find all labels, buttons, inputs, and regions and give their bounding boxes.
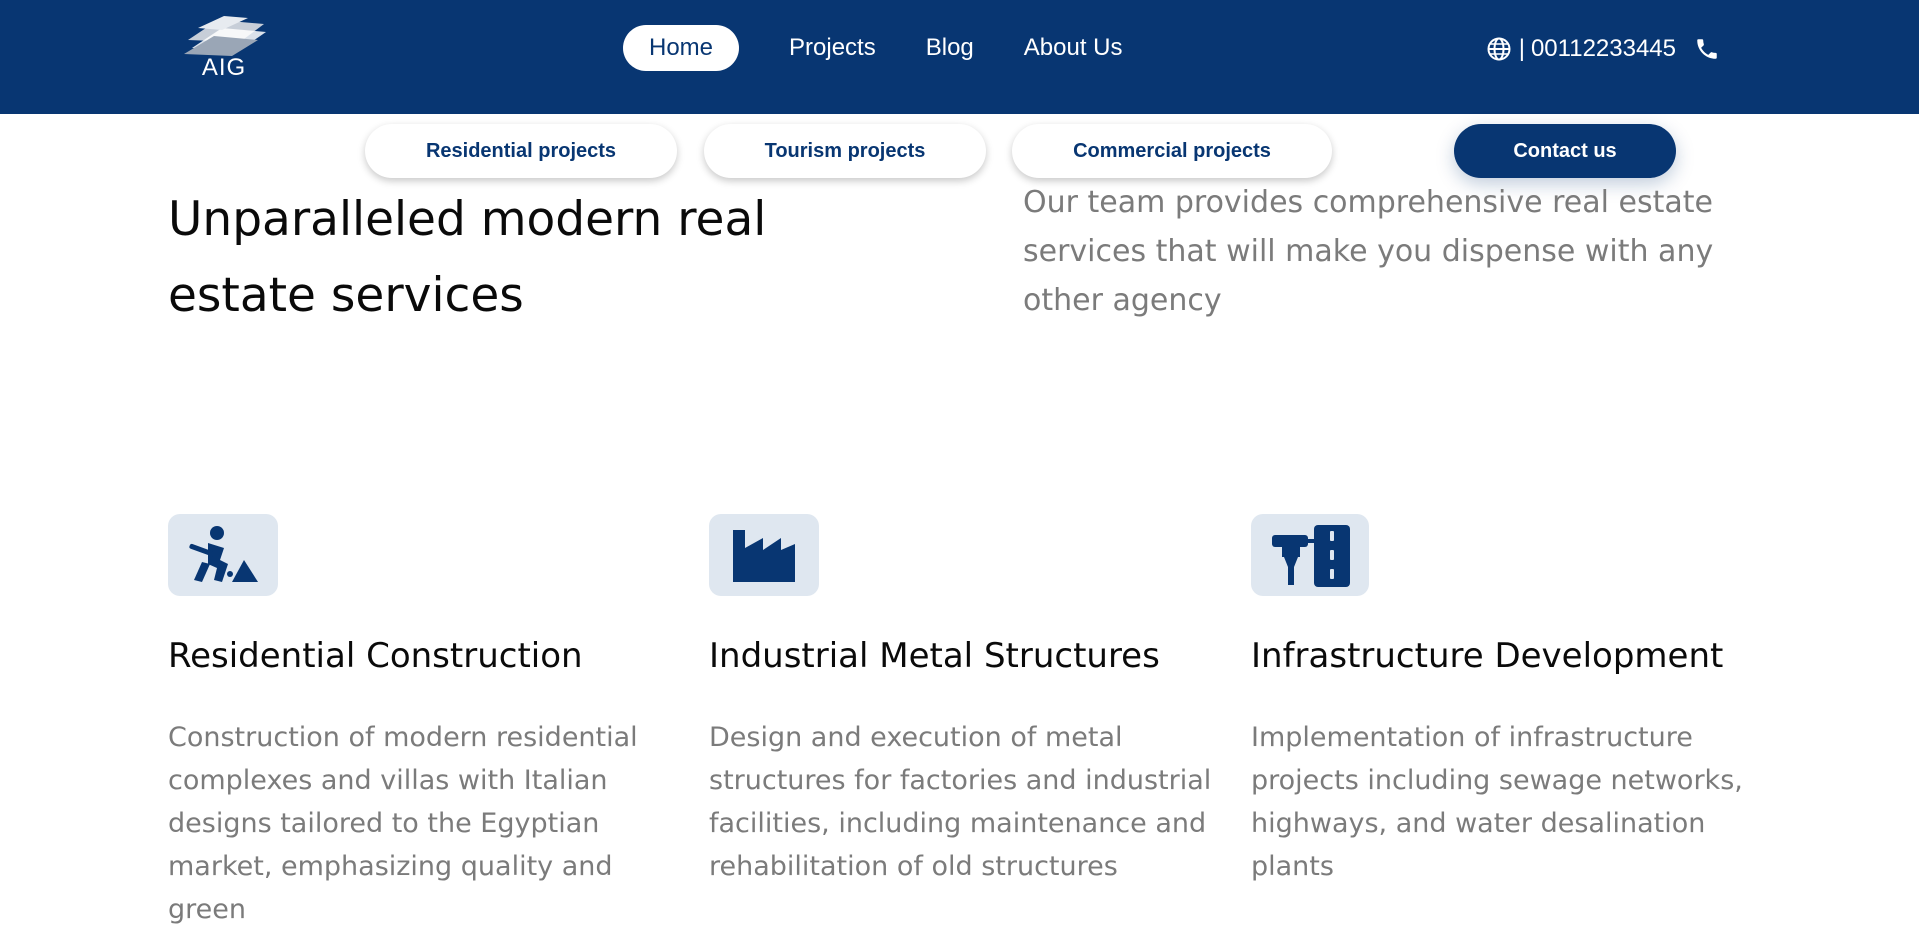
main-nav: Home Projects Blog About Us: [623, 24, 1173, 71]
service-description: Construction of modern residential compl…: [168, 722, 638, 925]
top-navbar: AIG Home Projects Blog About Us | 001122…: [0, 0, 1919, 114]
residential-projects-button[interactable]: Residential projects: [365, 124, 677, 178]
nav-blog[interactable]: Blog: [926, 34, 974, 62]
contact-separator: |: [1518, 35, 1525, 62]
service-card-industrial: Industrial Metal Structures Design and e…: [709, 514, 1229, 888]
road-paint-icon: [1272, 525, 1350, 587]
hero-title: Unparalleled modern real estate services: [168, 192, 767, 323]
construction-worker-icon: [189, 526, 258, 582]
service-title: Residential Construction: [168, 636, 583, 676]
nav-projects[interactable]: Projects: [789, 34, 876, 62]
service-title: Industrial Metal Structures: [709, 636, 1160, 676]
factory-icon: [733, 530, 795, 582]
service-description: Design and execution of metal structures…: [709, 722, 1212, 882]
phone-number[interactable]: 00112233445: [1531, 35, 1676, 63]
service-description: Implementation of infrastructure project…: [1251, 722, 1743, 882]
project-category-nav: Residential projects Tourism projects Co…: [0, 124, 1919, 180]
contact-us-button[interactable]: Contact us: [1454, 124, 1676, 178]
tourism-projects-button[interactable]: Tourism projects: [704, 124, 986, 178]
nav-about-us[interactable]: About Us: [1024, 34, 1123, 62]
service-card-residential: Residential Construction Construction of…: [168, 514, 688, 931]
service-icon-box: [168, 514, 278, 596]
contact-area: | 00112233445: [1487, 33, 1720, 65]
service-icon-box: [709, 514, 819, 596]
hero-description: Our team provides comprehensive real est…: [1023, 185, 1714, 318]
logo-text: AIG: [201, 54, 247, 81]
commercial-projects-button[interactable]: Commercial projects: [1012, 124, 1332, 178]
site-logo[interactable]: AIG: [178, 16, 270, 82]
service-icon-box: [1251, 514, 1369, 596]
phone-icon[interactable]: [1694, 36, 1720, 62]
globe-icon[interactable]: [1487, 37, 1511, 61]
nav-home[interactable]: Home: [623, 24, 740, 71]
service-card-infrastructure: Infrastructure Development Implementatio…: [1251, 514, 1771, 888]
logo-buildings-icon: [184, 16, 266, 56]
service-title: Infrastructure Development: [1251, 636, 1724, 676]
